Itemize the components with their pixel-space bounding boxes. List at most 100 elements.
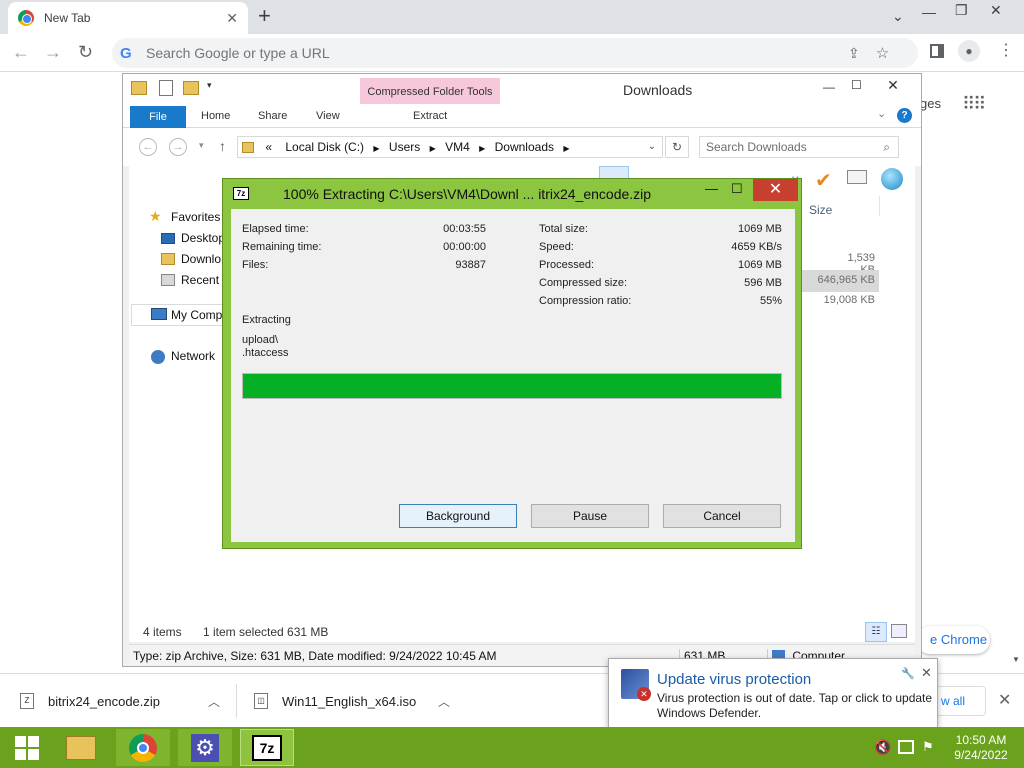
back-icon[interactable]: ← — [12, 42, 30, 63]
qat-dropdown-icon[interactable]: ▾ — [207, 80, 212, 91]
downloads-icon — [161, 253, 175, 265]
breadcrumb-separator-icon[interactable]: ▶ — [430, 144, 436, 153]
cancel-button[interactable]: Cancel — [663, 504, 781, 528]
network-tray-icon[interactable] — [898, 740, 914, 754]
breadcrumb-users[interactable]: Users — [389, 140, 420, 154]
speed-label: Speed: — [539, 241, 574, 253]
address-dropdown-icon[interactable]: ⌄ — [648, 137, 656, 157]
breadcrumb-separator-icon[interactable]: ▶ — [373, 144, 379, 153]
total-size-label: Total size: — [539, 223, 588, 235]
reload-icon[interactable]: ↻ — [78, 42, 93, 63]
tab-search-icon[interactable]: ⌄ — [892, 8, 904, 25]
download-menu-chevron-icon[interactable]: ︿ — [438, 693, 450, 710]
volume-muted-icon[interactable]: 🔇 — [874, 739, 891, 756]
globe-icon[interactable] — [881, 168, 903, 190]
close-downloads-bar-icon[interactable]: ✕ — [998, 690, 1011, 710]
pause-button[interactable]: Pause — [531, 504, 649, 528]
breadcrumb-vm4[interactable]: VM4 — [445, 140, 470, 154]
nav-desktop[interactable]: Desktop — [181, 231, 225, 245]
clock[interactable]: 10:50 AM 9/24/2022 — [950, 733, 1012, 763]
action-center-flag-icon[interactable]: ⚑ — [922, 739, 934, 755]
show-all-button[interactable]: w all — [930, 686, 986, 716]
nav-downloads[interactable]: Downlo — [181, 252, 221, 266]
tab-extract[interactable]: Extract — [413, 110, 447, 122]
nav-network[interactable]: Network — [171, 349, 215, 363]
checkmark-icon[interactable]: ✔ — [815, 168, 832, 193]
start-button[interactable] — [0, 729, 54, 766]
new-folder-icon[interactable] — [183, 81, 199, 95]
explorer-forward-icon[interactable]: → — [169, 138, 187, 156]
chrome-icon — [18, 10, 34, 26]
tab-title: New Tab — [44, 11, 91, 25]
desktop-icon — [161, 233, 175, 244]
omnibox[interactable]: G ⇪ ☆ — [112, 38, 918, 68]
explorer-minimize-button[interactable]: — — [823, 80, 835, 94]
profile-avatar-icon[interactable]: ● — [958, 40, 980, 62]
dialog-close-button[interactable]: ✕ — [753, 179, 798, 201]
scroll-down-icon[interactable]: ▼ — [1012, 655, 1020, 664]
taskbar-7zip[interactable]: 7z — [240, 729, 294, 766]
download-menu-chevron-icon[interactable]: ︿ — [208, 693, 220, 710]
tab-home[interactable]: Home — [201, 110, 230, 122]
side-panel-icon[interactable] — [930, 44, 944, 58]
window-icon[interactable] — [847, 170, 867, 184]
minimize-button[interactable]: — — [922, 4, 936, 20]
taskbar-settings[interactable]: ⚙ — [178, 729, 232, 766]
explorer-titlebar: ▾ Compressed Folder Tools Downloads — ☐ … — [123, 74, 921, 104]
ribbon-collapse-icon[interactable]: ⌄ — [877, 107, 886, 120]
notification-toast[interactable]: ✕ Update virus protection Virus protecti… — [608, 658, 938, 728]
breadcrumb-overflow[interactable]: « — [265, 140, 272, 154]
taskbar-file-explorer[interactable] — [54, 729, 108, 766]
new-tab-button[interactable]: + — [258, 5, 271, 27]
bookmark-star-icon[interactable]: ☆ — [876, 44, 889, 62]
thumbnails-view-icon[interactable] — [891, 624, 907, 638]
recent-locations-icon[interactable]: ▾ — [199, 140, 204, 151]
forward-icon[interactable]: → — [44, 42, 62, 63]
breadcrumb-downloads[interactable]: Downloads — [495, 140, 554, 154]
refresh-icon[interactable]: ↻ — [665, 136, 689, 158]
customize-chrome-button[interactable]: e Chrome — [916, 626, 990, 654]
tab-file[interactable]: File — [130, 106, 186, 128]
search-downloads-input[interactable]: Search Downloads ⌕ — [699, 136, 899, 158]
breadcrumb-local-disk[interactable]: Local Disk (C:) — [285, 140, 364, 154]
tab-close-icon[interactable]: ✕ — [226, 10, 238, 27]
notification-close-icon[interactable]: ✕ — [921, 665, 932, 681]
notification-settings-icon[interactable]: 🔧 — [901, 667, 915, 680]
files-value: 93887 — [455, 259, 486, 271]
google-apps-icon[interactable]: ⠿⠿ — [962, 94, 986, 115]
omnibox-input[interactable] — [146, 45, 826, 61]
column-size-header[interactable]: Size — [809, 203, 832, 217]
7zip-icon: 7z — [233, 187, 249, 200]
breadcrumb-separator-icon[interactable]: ▶ — [479, 144, 485, 153]
help-icon[interactable]: ? — [897, 108, 912, 123]
tab-new-tab[interactable]: New Tab ✕ — [8, 2, 248, 34]
properties-icon[interactable] — [159, 80, 173, 96]
dialog-maximize-button[interactable]: ☐ — [731, 181, 743, 197]
explorer-title: Downloads — [623, 82, 693, 98]
taskbar: ⚙ 7z 🔇 ⚑ 10:50 AM 9/24/2022 — [0, 727, 1024, 768]
nav-favorites[interactable]: Favorites — [171, 210, 220, 224]
explorer-maximize-button[interactable]: ☐ — [851, 78, 862, 92]
close-window-button[interactable]: ✕ — [990, 2, 1002, 19]
explorer-back-icon[interactable]: ← — [139, 138, 157, 156]
tab-view[interactable]: View — [316, 110, 340, 122]
computer-icon — [151, 308, 167, 320]
restore-button[interactable]: ❐ — [955, 2, 968, 19]
tab-share[interactable]: Share — [258, 110, 287, 122]
elapsed-time-label: Elapsed time: — [242, 223, 309, 235]
notification-title: Update virus protection — [657, 671, 812, 688]
download-item[interactable]: Z bitrix24_encode.zip ︿ — [20, 684, 230, 718]
background-button[interactable]: Background — [399, 504, 517, 528]
explorer-close-button[interactable]: ✕ — [871, 74, 915, 96]
menu-kebab-icon[interactable]: ⋮ — [998, 42, 1014, 60]
clock-date: 9/24/2022 — [954, 748, 1008, 762]
dialog-minimize-button[interactable]: — — [705, 181, 718, 196]
share-icon[interactable]: ⇪ — [848, 45, 860, 62]
nav-my-computer[interactable]: My Comp — [171, 308, 222, 322]
breadcrumb-separator-icon[interactable]: ▶ — [563, 144, 569, 153]
up-icon[interactable]: ↑ — [219, 138, 226, 154]
download-item[interactable]: ◫ Win11_English_x64.iso ︿ — [254, 684, 460, 718]
taskbar-chrome[interactable] — [116, 729, 170, 766]
address-bar[interactable]: « Local Disk (C:) ▶ Users ▶ VM4 ▶ Downlo… — [237, 136, 663, 158]
details-view-icon[interactable]: ☷ — [865, 622, 887, 642]
